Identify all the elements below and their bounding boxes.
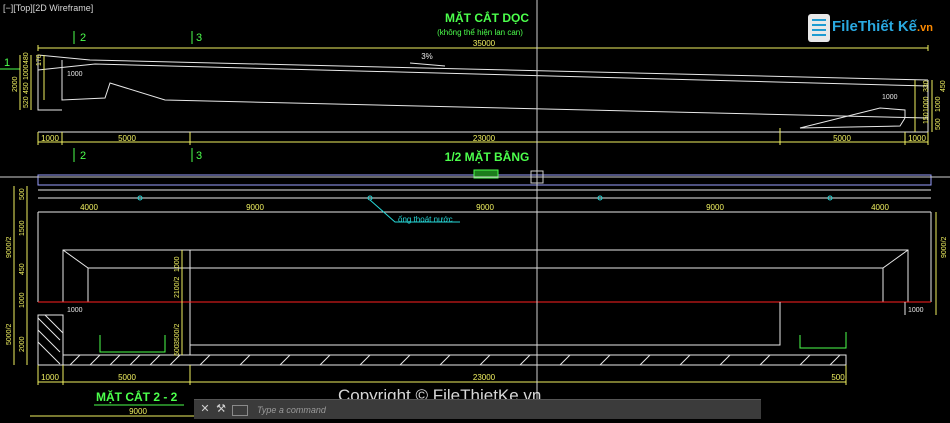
section2-title: 1/2 MẶT BẰNG bbox=[445, 149, 530, 164]
s1-right-dim-4: 150 bbox=[923, 112, 930, 124]
s2-left-dim-6: 2000 bbox=[19, 336, 26, 352]
section3-dim: 9000 bbox=[129, 407, 147, 416]
s2-left-dim-1: 1500 bbox=[19, 220, 26, 236]
command-line: ✕ ⚒ bbox=[194, 399, 761, 419]
s2-inner-dim-2: 3500/2 bbox=[174, 323, 181, 345]
s1-bottom-dim-2: 23000 bbox=[473, 134, 496, 143]
filethietke-logo: FileThiết Kế.vn bbox=[808, 10, 943, 50]
mark-2-top: 2 bbox=[80, 32, 86, 44]
section1-title: MẶT CẮT DỌC bbox=[445, 10, 529, 25]
cad-canvas[interactable]: MẶT CẮT DỌC (không thể hiện lan can) 350… bbox=[0, 0, 950, 418]
s1-bottom-dim-1: 5000 bbox=[118, 134, 136, 143]
s2-inner-dim-4: 500 bbox=[174, 344, 181, 356]
file-logo-icon bbox=[808, 14, 830, 42]
s1-right-dim-5: 500 bbox=[935, 118, 942, 130]
mark-2-mid: 2 bbox=[80, 150, 86, 162]
s1-bottom-dim-3: 5000 bbox=[833, 134, 851, 143]
section3-title: MẶT CẮT 2 - 2 bbox=[96, 389, 178, 404]
s2-inner-dim-1: 2100/2 bbox=[174, 276, 181, 298]
s2-left-dim-0: 500 bbox=[19, 188, 26, 200]
s1-left-dim-5: 170 bbox=[36, 54, 43, 66]
s1-bottom-dim-0: 1000 bbox=[41, 134, 59, 143]
s2-bottom-dim-1: 5000 bbox=[118, 373, 136, 382]
s1-right-dim-6: 1000 bbox=[923, 96, 930, 112]
s1-left-dim-4: 480 bbox=[23, 52, 30, 64]
s2-right-dim-0: 9000/2 bbox=[941, 236, 948, 258]
s2-top-dim-1: 9000 bbox=[246, 203, 264, 212]
s2-right-dim-1: 1000 bbox=[908, 307, 924, 314]
s1-left-dim-0: 2000 bbox=[12, 76, 19, 92]
s2-left-dim-3: 450 bbox=[19, 263, 26, 275]
s1-left-dim-2: 450 bbox=[23, 82, 30, 94]
half-plan-view: 2 3 1/2 MẶT BẰNG ống thoát nước 4000 900… bbox=[6, 148, 948, 385]
s2-inner-dim-3: 1000 bbox=[174, 256, 181, 272]
drain-label: ống thoát nước bbox=[398, 215, 453, 224]
s2-left-dim-2: 9000/2 bbox=[6, 236, 13, 258]
mark-3-mid: 3 bbox=[196, 150, 202, 162]
s2-inner-dim-0: 1000 bbox=[67, 307, 83, 314]
mark-1: 1 bbox=[4, 57, 10, 69]
logo-part2: Thiết Kế bbox=[857, 18, 918, 35]
section1-subtitle: (không thể hiện lan can) bbox=[437, 28, 523, 37]
s1-right-dim-2: 330 bbox=[923, 80, 930, 92]
s2-bottom-dim-2: 23000 bbox=[473, 373, 496, 382]
s2-top-dim-2: 9000 bbox=[476, 203, 494, 212]
s1-right-dim-1: 450 bbox=[940, 80, 947, 92]
section1-total-dim: 35000 bbox=[473, 39, 496, 48]
logo-suffix: .vn bbox=[917, 22, 933, 34]
s1-left-dim-1: 520 bbox=[23, 96, 30, 108]
drawing-viewport[interactable]: MẶT CẮT DỌC (không thể hiện lan can) 350… bbox=[0, 0, 950, 419]
s1-right-dim-0: 1000 bbox=[882, 94, 898, 101]
s2-top-dim-0: 4000 bbox=[80, 203, 98, 212]
command-history-icon[interactable] bbox=[232, 405, 248, 416]
logo-part1: File bbox=[832, 18, 858, 35]
wrench-icon[interactable]: ⚒ bbox=[214, 403, 228, 416]
s1-left-dim-3: 1000 bbox=[23, 64, 30, 80]
mark-3-top: 3 bbox=[196, 32, 202, 44]
s1-left-dim-6: 1000 bbox=[67, 71, 83, 78]
s2-left-dim-5: 5000/2 bbox=[6, 323, 13, 345]
longitudinal-section: MẶT CẮT DỌC (không thể hiện lan can) 350… bbox=[0, 10, 947, 145]
s1-bottom-dim-4: 1000 bbox=[908, 134, 926, 143]
viewport-controls-label[interactable]: [−][Top][2D Wireframe] bbox=[3, 3, 93, 13]
slope-label: 3% bbox=[421, 52, 433, 61]
s2-top-dim-3: 9000 bbox=[706, 203, 724, 212]
command-input[interactable] bbox=[255, 402, 759, 418]
s2-bottom-dim-3: 500 bbox=[831, 373, 845, 382]
s2-bottom-dim-0: 1000 bbox=[41, 373, 59, 382]
s2-top-dim-4: 4000 bbox=[871, 203, 889, 212]
s2-left-dim-4: 1000 bbox=[19, 292, 26, 308]
s1-right-dim-3: 1000 bbox=[935, 96, 942, 112]
close-icon[interactable]: ✕ bbox=[198, 403, 212, 416]
